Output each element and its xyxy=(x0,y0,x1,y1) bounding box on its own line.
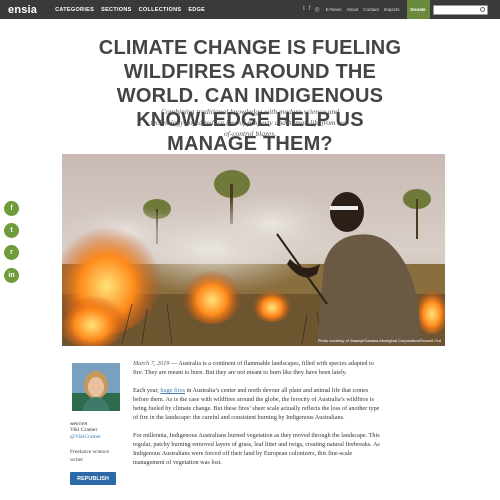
author-avatar xyxy=(72,363,120,411)
nav-item-collections[interactable]: COLLECTIONS xyxy=(139,7,182,13)
republish-button[interactable]: REPUBLISH xyxy=(70,472,116,485)
search-input[interactable] xyxy=(432,4,488,15)
author-bio: Freelance science writer xyxy=(70,449,109,463)
paragraph-2: Each year, huge fires in Australia’s cen… xyxy=(133,387,380,421)
social-links: t f ◎ xyxy=(303,6,320,13)
nav-item-sections[interactable]: SECTIONS xyxy=(101,7,132,13)
site-logo[interactable]: ensia xyxy=(8,4,37,16)
nav-item-categories[interactable]: CATEGORIES xyxy=(55,7,94,13)
facebook-share-button[interactable]: f xyxy=(4,201,19,216)
article-date: March 7, 2019 xyxy=(133,360,170,367)
reddit-share-button[interactable]: r xyxy=(4,245,19,260)
article-body: March 7, 2019 — Australia is a continent… xyxy=(133,359,383,476)
paragraph-3: For millennia, Indigenous Australians bu… xyxy=(133,432,380,466)
instagram-icon[interactable]: ◎ xyxy=(314,6,319,13)
twitter-icon[interactable]: t xyxy=(303,6,305,13)
nav-link-about[interactable]: About xyxy=(347,7,359,12)
photo-credit: Photo courtesy of Waanyi/Garawa Aborigin… xyxy=(317,338,441,343)
facebook-icon[interactable]: f xyxy=(309,6,311,13)
twitter-share-button[interactable]: t xyxy=(4,223,19,238)
nav-link-enews[interactable]: E-News xyxy=(326,7,342,12)
main-nav: CATEGORIES SECTIONS COLLECTIONS EDGE xyxy=(55,7,205,13)
nav-link-contact[interactable]: Contact xyxy=(363,7,379,12)
donate-button[interactable]: Donate xyxy=(406,0,430,19)
author-name[interactable]: Viki Cramer xyxy=(70,427,97,433)
writer-label: WRITER xyxy=(70,421,88,426)
hero-image: Photo courtesy of Waanyi/Garawa Aborigin… xyxy=(62,154,445,346)
paragraph-1: March 7, 2019 — Australia is a continent… xyxy=(133,360,374,376)
utility-nav: E-News About Contact Impacts xyxy=(326,7,400,12)
top-navigation-bar: ensia CATEGORIES SECTIONS COLLECTIONS ED… xyxy=(0,0,500,19)
article-subhead: Combining traditional knowledge with mod… xyxy=(150,107,350,138)
search-icon[interactable] xyxy=(479,6,485,12)
nav-item-edge[interactable]: EDGE xyxy=(188,7,205,13)
huge-fires-link[interactable]: huge fires xyxy=(160,387,185,394)
author-twitter-handle[interactable]: @VikiCramer xyxy=(70,434,101,440)
linkedin-share-button[interactable]: in xyxy=(4,268,19,283)
wildfire-photo xyxy=(62,154,445,346)
nav-link-impacts[interactable]: Impacts xyxy=(384,7,400,12)
